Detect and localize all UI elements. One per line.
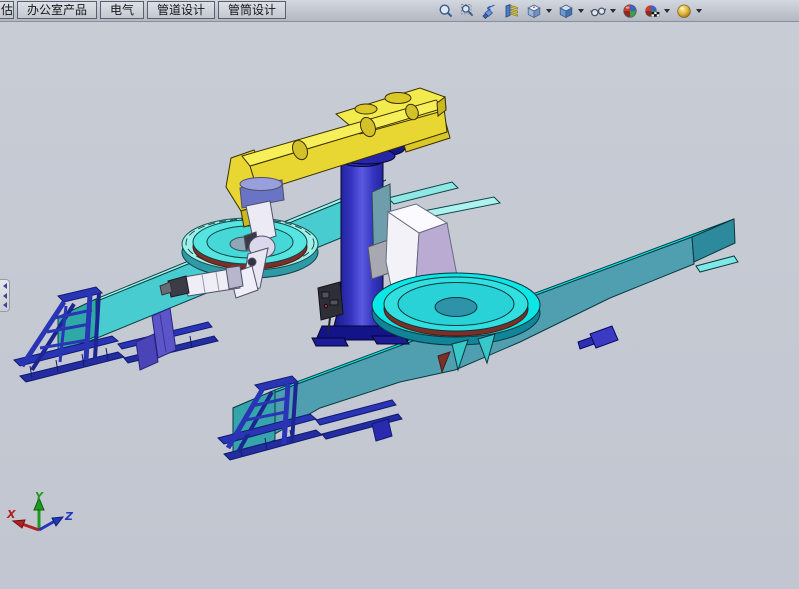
panel-expander-button[interactable] [0,279,10,312]
chevron-left-icon [3,302,7,308]
zoom-to-area-icon[interactable] [459,3,476,20]
chevron-left-icon [3,283,7,289]
zoom-to-fit-icon[interactable] [437,3,454,20]
view-orientation-dropdown[interactable] [546,9,552,13]
edit-appearance-icon[interactable] [621,3,638,20]
view-settings-icon[interactable] [675,3,692,20]
display-style-icon[interactable] [557,3,574,20]
tab-tubing-design[interactable]: 管筒设计 [218,1,286,19]
tab-evaluate-partial[interactable]: 估 [0,1,14,19]
previous-view-icon[interactable] [481,3,498,20]
tab-office-products[interactable]: 办公室产品 [17,1,97,19]
triad-z-label: Z [64,510,74,523]
apply-scene-icon[interactable] [643,3,660,20]
model-canvas[interactable] [0,22,799,589]
hide-show-items-dropdown[interactable] [610,9,616,13]
orientation-triad: Y X Z [6,486,76,546]
hide-show-items-icon[interactable] [589,3,606,20]
display-style-dropdown[interactable] [578,9,584,13]
triad-x-label: X [6,508,16,521]
right-bracket[interactable] [578,326,618,349]
view-settings-dropdown[interactable] [696,9,702,13]
application-window: 估 办公室产品 电气 管道设计 管筒设计 [0,0,799,589]
triad-y-label: Y [35,490,44,503]
view-orientation-icon[interactable] [525,3,542,20]
section-view-icon[interactable] [503,3,520,20]
graphics-area[interactable]: Y X Z [0,22,799,589]
command-tabs: 估 办公室产品 电气 管道设计 管筒设计 [0,1,286,19]
tab-electrical[interactable]: 电气 [100,1,144,19]
tab-piping-design[interactable]: 管道设计 [147,1,215,19]
heads-up-view-toolbar [437,2,702,20]
command-toolbar: 估 办公室产品 电气 管道设计 管筒设计 [0,0,799,22]
chevron-left-icon [3,293,7,299]
apply-scene-dropdown[interactable] [664,9,670,13]
